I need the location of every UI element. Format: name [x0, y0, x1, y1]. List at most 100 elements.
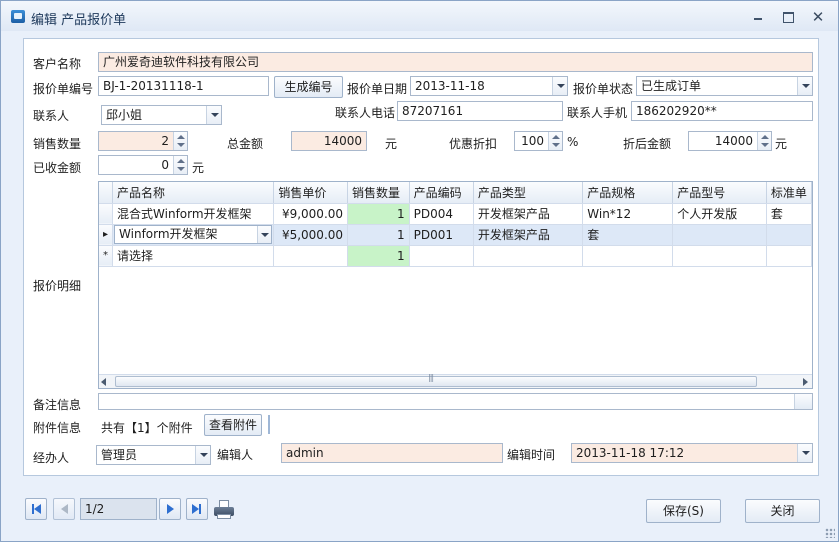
- column-header[interactable]: 产品规格: [582, 182, 674, 204]
- generate-no-button[interactable]: 生成编号: [274, 76, 343, 98]
- contact-phone-field[interactable]: 87207161: [397, 101, 563, 121]
- cell-product-name[interactable]: Winform开发框架: [112, 224, 275, 246]
- cell-code[interactable]: PD001: [409, 224, 474, 246]
- current-row-indicator[interactable]: ▸: [99, 224, 114, 246]
- separator: [268, 415, 270, 434]
- new-row-indicator[interactable]: *: [99, 245, 114, 267]
- save-button[interactable]: 保存(S): [646, 499, 721, 523]
- cell-code[interactable]: [409, 245, 474, 267]
- spin-arrows-icon[interactable]: [548, 132, 562, 150]
- cell-model[interactable]: [672, 245, 767, 267]
- editor-label: 编辑人: [217, 448, 254, 462]
- cell-type[interactable]: 开发框架产品: [473, 224, 584, 246]
- view-attachment-button[interactable]: 查看附件: [204, 414, 262, 436]
- cell-unit[interactable]: [766, 245, 812, 267]
- row-indicator[interactable]: [99, 203, 114, 225]
- handler-select[interactable]: 管理员: [96, 445, 211, 465]
- received-value: 0: [161, 158, 169, 172]
- product-name-select[interactable]: Winform开发框架: [114, 225, 273, 244]
- column-header[interactable]: 产品型号: [672, 182, 767, 204]
- cell-qty[interactable]: 1: [347, 203, 410, 225]
- discount-value: 100: [521, 134, 544, 148]
- column-header[interactable]: 标准单: [766, 182, 812, 204]
- chevron-down-icon[interactable]: [797, 77, 812, 95]
- chevron-down-icon[interactable]: [552, 77, 567, 95]
- discount-label: 优惠折扣: [449, 137, 498, 151]
- quote-date-picker[interactable]: 2013-11-18: [410, 76, 568, 96]
- cell-spec[interactable]: 套: [582, 224, 674, 246]
- detail-label: 报价明细: [33, 279, 82, 293]
- spin-arrows-icon[interactable]: [173, 156, 187, 174]
- horizontal-scrollbar[interactable]: [99, 373, 812, 388]
- cell-unit[interactable]: 套: [766, 203, 812, 225]
- attachment-label: 附件信息: [33, 421, 82, 435]
- quote-no-field[interactable]: BJ-1-20131118-1: [98, 76, 269, 96]
- column-header[interactable]: 产品名称: [112, 182, 275, 204]
- attachment-count: 共有【1】个附件: [101, 421, 193, 435]
- cell-price[interactable]: ¥5,000.00: [273, 224, 349, 246]
- resize-grip-icon[interactable]: [825, 528, 835, 538]
- cell-product-name[interactable]: 混合式Winform开发框架: [112, 203, 275, 225]
- chevron-down-icon[interactable]: [797, 444, 812, 462]
- cell-type[interactable]: 开发框架产品: [473, 203, 584, 225]
- spin-arrows-icon[interactable]: [757, 132, 771, 150]
- chevron-down-icon[interactable]: [257, 226, 272, 243]
- discount-unit: %: [567, 135, 579, 149]
- cell-qty[interactable]: 1: [347, 224, 410, 246]
- editor-field[interactable]: admin: [281, 443, 503, 463]
- remark-field[interactable]: [98, 393, 813, 410]
- quote-edit-window: 编辑 产品报价单 ✕ 客户名称 广州爱奇迪软件科技有限公司 报价单编号 BJ-1…: [0, 0, 839, 542]
- column-header[interactable]: 销售数量: [347, 182, 410, 204]
- cell-unit[interactable]: [766, 224, 812, 246]
- discount-spinner[interactable]: 100: [514, 131, 563, 151]
- table-row-selected[interactable]: ▸ Winform开发框架 ¥5,000.00 1 PD001 开发框架产品 套: [99, 224, 812, 246]
- minimize-icon[interactable]: [750, 10, 766, 24]
- previous-record-icon[interactable]: [53, 498, 75, 520]
- contact-mobile-field[interactable]: 186202920**: [631, 101, 813, 121]
- after-discount-spinner[interactable]: 14000: [688, 131, 772, 151]
- received-label: 已收金额: [33, 161, 82, 175]
- printer-icon[interactable]: [213, 499, 235, 519]
- remark-scroll-thumb[interactable]: [794, 394, 812, 409]
- table-row[interactable]: 混合式Winform开发框架 ¥9,000.00 1 PD004 开发框架产品 …: [99, 203, 812, 225]
- qty-spinner[interactable]: 2: [98, 131, 188, 151]
- chevron-down-icon[interactable]: [206, 106, 221, 124]
- cell-spec[interactable]: Win*12: [582, 203, 674, 225]
- customer-field[interactable]: 广州爱奇迪软件科技有限公司: [98, 52, 813, 72]
- window-title: 编辑 产品报价单: [31, 13, 127, 28]
- cell-type[interactable]: [473, 245, 584, 267]
- cell-code[interactable]: PD004: [409, 203, 474, 225]
- last-record-icon[interactable]: [186, 498, 208, 520]
- handler-value: 管理员: [101, 448, 138, 462]
- qty-label: 销售数量: [33, 137, 82, 151]
- close-icon[interactable]: ✕: [810, 10, 826, 25]
- scroll-left-icon[interactable]: [101, 378, 106, 386]
- total-unit: 元: [385, 137, 398, 151]
- total-field[interactable]: 14000: [291, 131, 367, 151]
- scroll-right-icon[interactable]: [803, 378, 808, 386]
- cell-model[interactable]: [672, 224, 767, 246]
- cell-spec[interactable]: [582, 245, 674, 267]
- column-header[interactable]: 销售单价: [273, 182, 349, 204]
- quote-status-select[interactable]: 已生成订单: [636, 76, 813, 96]
- first-record-icon[interactable]: [25, 498, 47, 520]
- cell-model[interactable]: 个人开发版: [672, 203, 767, 225]
- edit-time-picker[interactable]: 2013-11-18 17:12: [571, 443, 813, 463]
- spin-arrows-icon[interactable]: [173, 132, 187, 150]
- column-header[interactable]: 产品类型: [473, 182, 584, 204]
- cell-qty[interactable]: 1: [347, 245, 410, 267]
- contact-select[interactable]: 邱小姐: [101, 105, 222, 125]
- after-discount-label: 折后金额: [623, 137, 672, 151]
- scroll-thumb[interactable]: [115, 373, 757, 387]
- table-row-new[interactable]: * 请选择 1: [99, 245, 812, 267]
- close-button[interactable]: 关闭: [745, 499, 820, 523]
- cell-price[interactable]: ¥9,000.00: [273, 203, 349, 225]
- cell-price[interactable]: [273, 245, 349, 267]
- cell-product-name[interactable]: 请选择: [112, 245, 275, 267]
- column-header[interactable]: 产品编码: [409, 182, 474, 204]
- received-spinner[interactable]: 0: [98, 155, 188, 175]
- maximize-icon[interactable]: [780, 10, 796, 24]
- next-record-icon[interactable]: [159, 498, 181, 520]
- pager-field[interactable]: 1/2: [80, 498, 157, 520]
- chevron-down-icon[interactable]: [195, 446, 210, 464]
